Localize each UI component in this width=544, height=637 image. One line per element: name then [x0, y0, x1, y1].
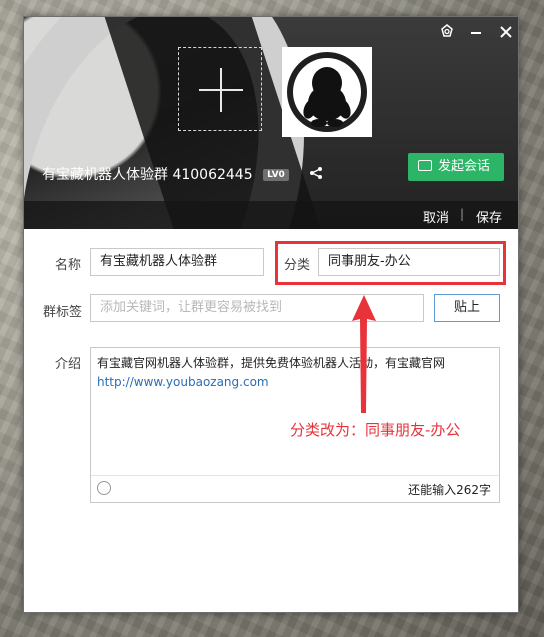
- paste-button[interactable]: 贴上: [434, 294, 500, 322]
- group-name-title: 有宝藏机器人体验群: [42, 167, 168, 183]
- minimize-icon[interactable]: [465, 23, 487, 45]
- tags-label: 群标签: [43, 305, 83, 320]
- smiley-icon[interactable]: [97, 481, 111, 495]
- level-badge: LV0: [263, 169, 289, 181]
- intro-line1: 有宝藏官网机器人体验群，提供免费体验机器人活动，有宝藏官网: [97, 356, 446, 370]
- action-separator: |: [460, 207, 465, 221]
- tags-placeholder: 添加关键词，让群更容易被找到: [100, 300, 283, 315]
- share-icon[interactable]: [309, 165, 323, 184]
- qq-penguin-icon: [287, 52, 367, 132]
- highlight-box: [275, 241, 506, 285]
- intro-footer: 还能输入262字: [91, 475, 499, 502]
- cancel-button[interactable]: 取消: [423, 207, 449, 226]
- start-chat-label: 发起会话: [438, 159, 491, 174]
- save-button[interactable]: 保存: [476, 207, 502, 226]
- name-label: 名称: [55, 258, 82, 273]
- annotation-text: 分类改为：同事朋友-办公: [290, 421, 461, 439]
- intro-link[interactable]: http://www.youbaozang.com: [97, 373, 445, 392]
- annotation-arrow-icon: [352, 295, 376, 413]
- upload-avatar-box[interactable]: [178, 47, 262, 131]
- remaining-chars: 还能输入262字: [408, 483, 491, 497]
- start-chat-button[interactable]: 发起会话: [408, 153, 504, 181]
- name-value: 有宝藏机器人体验群: [100, 254, 218, 269]
- group-id: 410062445: [172, 167, 253, 183]
- group-avatar[interactable]: [282, 47, 372, 137]
- chat-bubble-icon: [418, 160, 432, 171]
- add-icon-vertical: [220, 68, 222, 112]
- settings-icon[interactable]: [436, 23, 458, 45]
- group-settings-window: 有宝藏机器人体验群 410062445 LV0 发起会话 取消 | 保存 名称 …: [23, 16, 519, 613]
- group-title: 有宝藏机器人体验群 410062445 LV0: [42, 164, 289, 184]
- header-banner: 有宝藏机器人体验群 410062445 LV0 发起会话 取消 | 保存: [24, 17, 518, 229]
- close-icon[interactable]: [495, 23, 517, 45]
- intro-label: 介绍: [55, 357, 82, 372]
- name-field[interactable]: 有宝藏机器人体验群: [90, 248, 264, 276]
- intro-content: 有宝藏官网机器人体验群，提供免费体验机器人活动，有宝藏官网 http://www…: [97, 354, 445, 392]
